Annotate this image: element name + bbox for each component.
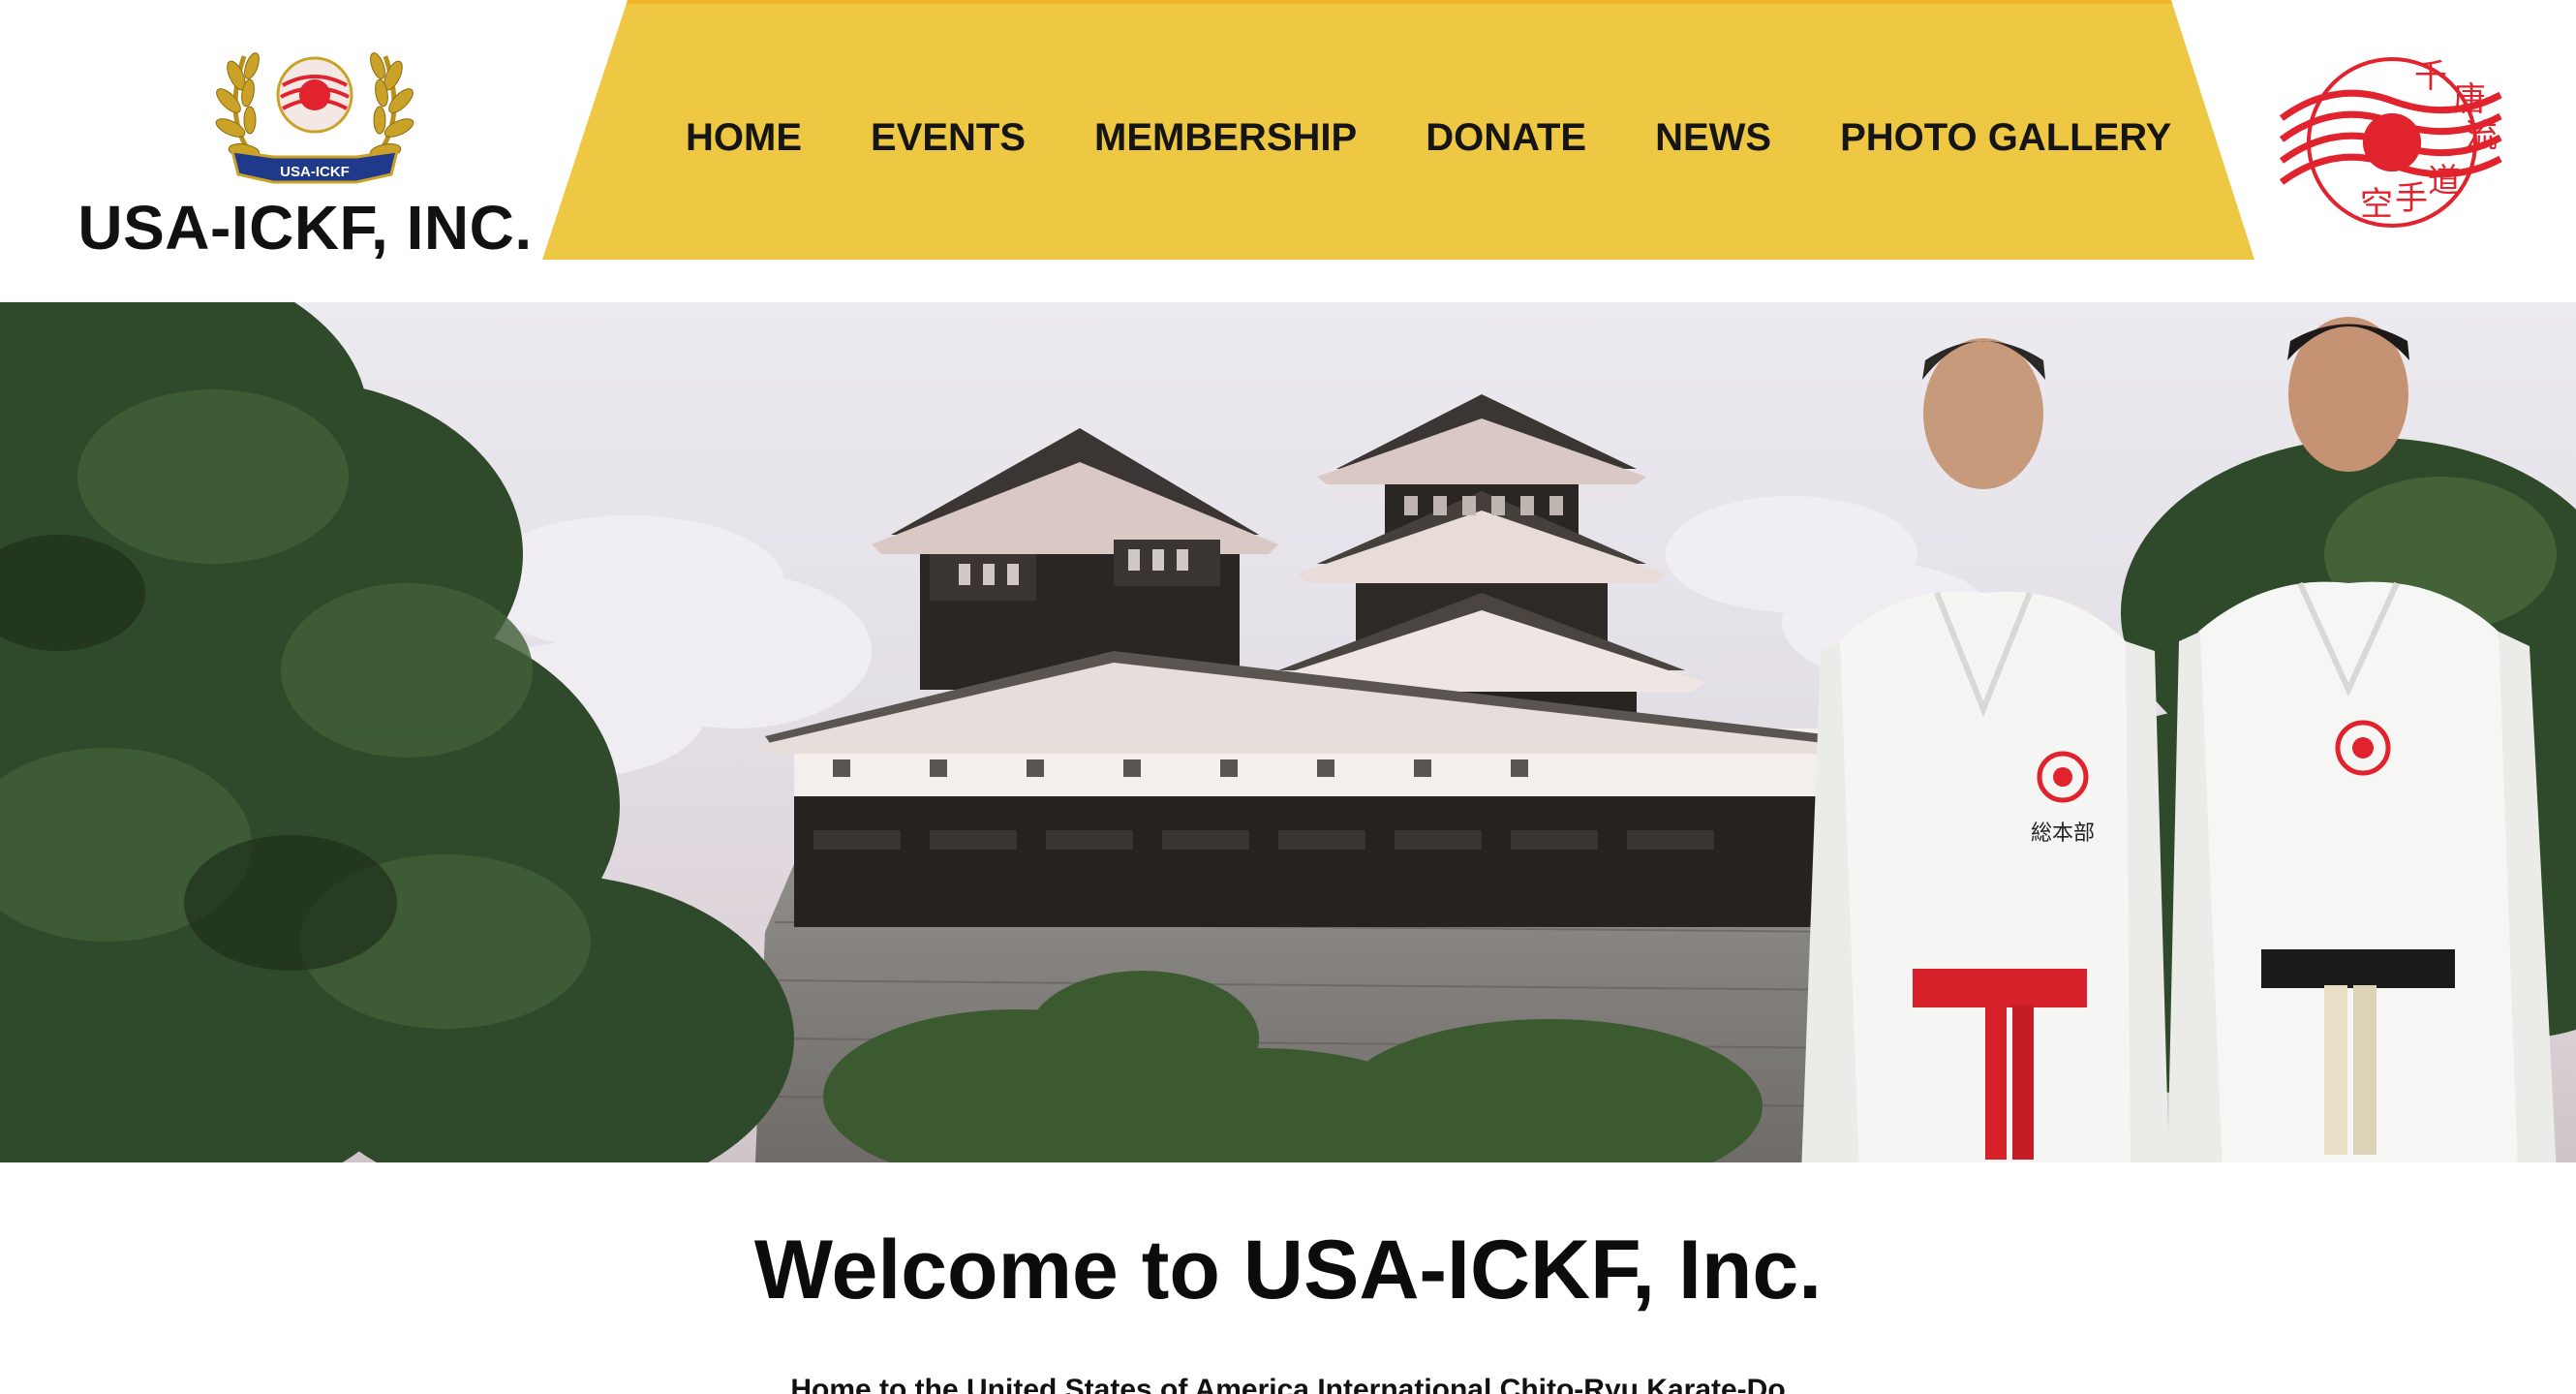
chito-ryu-crest-icon[interactable]: 千 唐 流 空 手 道 bbox=[2276, 50, 2508, 234]
welcome-section: Welcome to USA-ICKF, Inc. Home to the Un… bbox=[0, 1162, 2576, 1394]
site-name[interactable]: USA-ICKF, INC. bbox=[0, 192, 610, 263]
nav-photo-gallery[interactable]: PHOTO GALLERY bbox=[1840, 116, 2171, 160]
nav-band: HOME EVENTS MEMBERSHIP DONATE NEWS PHOTO… bbox=[542, 0, 2256, 260]
hero-image: 総本部 bbox=[0, 302, 2576, 1162]
nav-membership[interactable]: MEMBERSHIP bbox=[1094, 116, 1357, 160]
nav-events[interactable]: EVENTS bbox=[871, 116, 1026, 160]
crest-glyph-4: 空 bbox=[2360, 185, 2393, 224]
crest-glyph-2: 唐 bbox=[2453, 80, 2486, 119]
laurel-wreath-emblem-icon: USA-ICKF bbox=[215, 52, 414, 184]
nav-news[interactable]: NEWS bbox=[1655, 116, 1771, 160]
welcome-subtitle: Home to the United States of America Int… bbox=[790, 1374, 1786, 1394]
hero-banner: 総本部 bbox=[0, 302, 2576, 1162]
crest-glyph-3: 流 bbox=[2465, 117, 2498, 156]
crest-glyph-1: 千 bbox=[2414, 57, 2447, 96]
welcome-title: Welcome to USA-ICKF, Inc. bbox=[753, 1224, 1823, 1317]
site-header: USA-ICKF USA-ICKF, INC. HOME EVENTS MEMB… bbox=[0, 0, 2576, 302]
emblem-ribbon-text: USA-ICKF bbox=[280, 164, 350, 180]
nav-donate[interactable]: DONATE bbox=[1426, 116, 1586, 160]
page: USA-ICKF USA-ICKF, INC. HOME EVENTS MEMB… bbox=[0, 0, 2576, 1394]
gi-patch-text: 総本部 bbox=[2031, 821, 2095, 846]
crest-glyph-6: 道 bbox=[2428, 162, 2461, 201]
main-nav: HOME EVENTS MEMBERSHIP DONATE NEWS PHOTO… bbox=[686, 107, 2171, 169]
nav-home[interactable]: HOME bbox=[686, 116, 802, 160]
crest-glyph-5: 手 bbox=[2395, 179, 2428, 218]
brand-logo[interactable]: USA-ICKF USA-ICKF, INC. bbox=[0, 0, 591, 302]
